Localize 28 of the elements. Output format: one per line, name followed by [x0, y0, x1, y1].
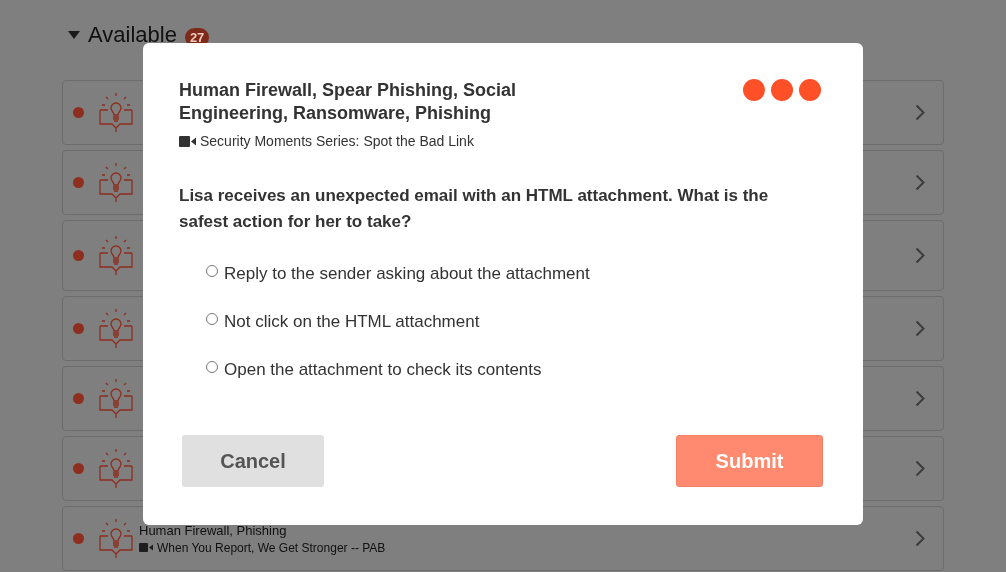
- dialog-title: Human Firewall, Spear Phishing, Social Engineering, Ransomware, Phishing: [179, 79, 518, 125]
- lightbulb-book-icon: [97, 448, 135, 489]
- chevron-right-icon: [915, 530, 925, 547]
- answer-option[interactable]: Open the attachment to check its contents: [224, 360, 542, 380]
- course-subtitle: When You Report, We Get Stronger -- PAB: [157, 540, 386, 555]
- video-title: Security Moments Series: Spot the Bad Link: [200, 133, 474, 149]
- lightbulb-book-icon: [97, 308, 135, 349]
- lightbulb-book-icon: [97, 235, 135, 276]
- video-camera-icon: [179, 135, 196, 147]
- section-heading: Available: [88, 22, 177, 48]
- lightbulb-book-icon: [97, 162, 135, 203]
- caret-icon[interactable]: [68, 31, 80, 39]
- chevron-right-icon: [915, 104, 925, 121]
- more-icon[interactable]: [743, 79, 823, 101]
- question-text: Lisa receives an unexpected email with an HTML attachment. What is the safest action for her to take?: [179, 185, 770, 233]
- lightbulb-book-icon: [97, 92, 135, 133]
- chevron-right-icon: [915, 390, 925, 407]
- cancel-button[interactable]: Cancel: [182, 435, 324, 487]
- lightbulb-book-icon: [97, 378, 135, 419]
- chevron-right-icon: [915, 460, 925, 477]
- course-title: Human Firewall, Phishing: [139, 522, 288, 538]
- answer-option[interactable]: Reply to the sender asking about the attachment: [224, 264, 590, 284]
- chevron-right-icon: [915, 320, 925, 337]
- lightbulb-book-icon: [97, 518, 135, 559]
- answer-option[interactable]: Not click on the HTML attachment: [224, 312, 480, 332]
- chevron-right-icon: [915, 174, 925, 191]
- chevron-right-icon: [915, 247, 925, 264]
- video-camera-icon: [139, 543, 153, 552]
